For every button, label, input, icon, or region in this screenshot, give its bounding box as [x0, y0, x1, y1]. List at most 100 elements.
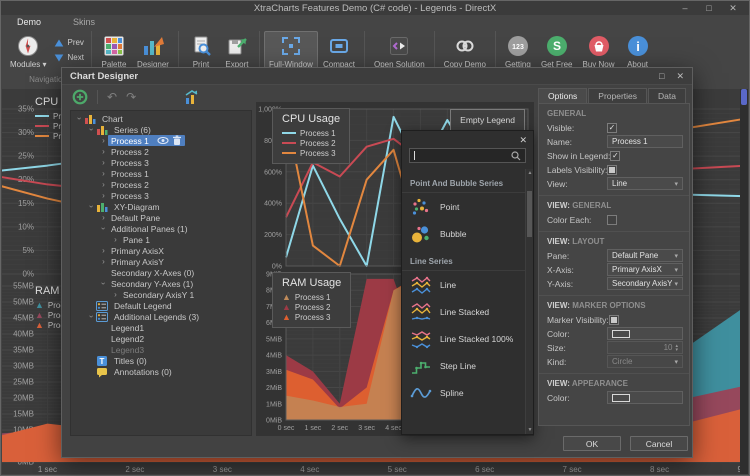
scrollbar-thumb[interactable]: [741, 89, 747, 105]
vertical-scrollbar[interactable]: [740, 89, 748, 474]
ribbon-button-copy-demo[interactable]: Copy Demo: [439, 31, 491, 71]
trash-icon[interactable]: [172, 135, 182, 146]
cancel-button[interactable]: Cancel: [630, 436, 688, 451]
ribbon-button-designer[interactable]: Designer: [132, 31, 174, 71]
cpu-usage-legend[interactable]: CPU UsageProcess 1Process 2Process 3: [272, 108, 350, 164]
minimize-icon[interactable]: –: [673, 1, 697, 15]
ribbon-button-prev[interactable]: Prev: [51, 35, 86, 50]
checked-checkbox[interactable]: ✓: [607, 123, 617, 133]
expander-closed-icon[interactable]: ›: [111, 290, 120, 299]
select-view[interactable]: Line▾: [607, 177, 683, 190]
ram-usage-legend[interactable]: RAM Usage▲Process 1▲Process 2▲Process 3: [272, 272, 351, 328]
gallery-item-point[interactable]: Point: [402, 193, 525, 220]
indeterminate-checkbox[interactable]: [609, 315, 619, 325]
eye-icon[interactable]: [157, 136, 169, 145]
expander-open-icon[interactable]: ›: [87, 202, 96, 211]
tree-item[interactable]: ›Process 1: [71, 135, 251, 146]
chart-type-icon[interactable]: [184, 89, 200, 105]
scroll-up-icon[interactable]: ▲: [526, 170, 534, 176]
tab-options[interactable]: Options: [538, 88, 587, 103]
expander-open-icon[interactable]: ›: [87, 312, 96, 321]
checked-checkbox[interactable]: ✓: [610, 151, 620, 161]
redo-icon[interactable]: ↷: [126, 90, 136, 104]
expander-closed-icon[interactable]: ›: [99, 136, 108, 145]
expander-closed-icon[interactable]: ›: [99, 169, 108, 178]
ribbon-button-next[interactable]: Next: [51, 50, 86, 65]
expander-open-icon[interactable]: ›: [87, 125, 96, 134]
ok-button[interactable]: OK: [563, 436, 621, 451]
tree-item[interactable]: ›Process 1: [71, 168, 251, 179]
tab-properties[interactable]: Properties: [588, 88, 647, 103]
text-input-name[interactable]: Process 1: [607, 135, 683, 148]
expander-closed-icon[interactable]: ›: [99, 147, 108, 156]
dialog-maximize-icon[interactable]: □: [659, 71, 664, 82]
tree-item[interactable]: ›Primary AxisY: [71, 256, 251, 267]
gallery-item-step-line[interactable]: Step Line: [402, 352, 525, 379]
tree-item[interactable]: Secondary X-Axes (0): [71, 267, 251, 278]
tree-item[interactable]: ›Additional Panes (1): [71, 223, 251, 234]
tree-item[interactable]: ›Secondary AxisY 1: [71, 289, 251, 300]
ribbon-button-modules[interactable]: Modules ▾: [5, 31, 51, 71]
expander-open-icon[interactable]: ›: [75, 114, 84, 123]
tree-item[interactable]: ›Default Pane: [71, 212, 251, 223]
tree-item[interactable]: Legend3: [71, 344, 251, 355]
ribbon-button-palette[interactable]: Palette: [96, 31, 132, 71]
tree-item[interactable]: ›Pane 1: [71, 234, 251, 245]
expander-open-icon[interactable]: ›: [99, 279, 108, 288]
tree-item[interactable]: ›Process 3: [71, 157, 251, 168]
expander-closed-icon[interactable]: ›: [99, 191, 108, 200]
scroll-down-icon[interactable]: ▼: [526, 427, 534, 433]
ribbon-button-about[interactable]: iAbout: [620, 31, 656, 71]
expander-closed-icon[interactable]: ›: [111, 235, 120, 244]
gallery-item-spline[interactable]: Spline: [402, 379, 525, 406]
undo-icon[interactable]: ↶: [107, 90, 117, 104]
color-swatch-color[interactable]: [607, 327, 683, 340]
tree-item[interactable]: Annotations (0): [71, 366, 251, 377]
tree-item[interactable]: ›Primary AxisX: [71, 245, 251, 256]
tree-item[interactable]: ›XY-Diagram: [71, 201, 251, 212]
ribbon-button-full-window[interactable]: Full-Window: [264, 31, 318, 71]
tree-item[interactable]: ›Process 2: [71, 146, 251, 157]
select-x-axis[interactable]: Primary AxisX▾: [607, 263, 683, 276]
ribbon-button-get-free[interactable]: SGet Free: [536, 31, 578, 71]
ribbon-tab-demo[interactable]: Demo: [1, 17, 57, 27]
tree-item[interactable]: ›Secondary Y-Axes (1): [71, 278, 251, 289]
add-series-button[interactable]: [72, 89, 88, 105]
tab-data[interactable]: Data: [648, 88, 686, 103]
ribbon-tab-skins[interactable]: Skins: [57, 17, 111, 27]
gallery-close-icon[interactable]: ✕: [519, 135, 527, 146]
gallery-item-bubble[interactable]: Bubble: [402, 220, 525, 247]
gallery-search-input[interactable]: [409, 148, 526, 163]
indeterminate-checkbox[interactable]: [607, 165, 617, 175]
tree-item[interactable]: ›Chart: [71, 113, 251, 124]
ribbon-button-buy-now[interactable]: Buy Now: [578, 31, 620, 71]
gallery-scrollbar[interactable]: ▲ ▼: [525, 169, 533, 434]
ribbon-button-compact[interactable]: Compact: [318, 31, 360, 71]
tree-item[interactable]: ›Process 2: [71, 179, 251, 190]
tree-item[interactable]: TTitles (0): [71, 355, 251, 366]
expander-closed-icon[interactable]: ›: [99, 158, 108, 167]
select-pane[interactable]: Default Pane▾: [607, 249, 683, 262]
ribbon-button-export[interactable]: Export: [219, 31, 255, 71]
expander-closed-icon[interactable]: ›: [99, 180, 108, 189]
tree-item[interactable]: ›Process 3: [71, 190, 251, 201]
maximize-icon[interactable]: □: [697, 1, 721, 15]
ribbon-button-print[interactable]: Print: [183, 31, 219, 71]
gallery-item-line-stacked[interactable]: Line Stacked: [402, 298, 525, 325]
tree-item[interactable]: Legend2: [71, 333, 251, 344]
gallery-item-line[interactable]: Line: [402, 271, 525, 298]
tree-item[interactable]: ›Series (6): [71, 124, 251, 135]
expander-closed-icon[interactable]: ›: [99, 213, 108, 222]
empty-legend-box[interactable]: Empty Legend: [450, 109, 525, 131]
unchecked-checkbox[interactable]: [607, 215, 617, 225]
tree-item[interactable]: Default Legend: [71, 300, 251, 311]
expander-closed-icon[interactable]: ›: [99, 246, 108, 255]
gallery-scrollbar-thumb[interactable]: [527, 191, 532, 237]
tree-item[interactable]: Legend1: [71, 322, 251, 333]
tree-item[interactable]: ›Additional Legends (3): [71, 311, 251, 322]
close-icon[interactable]: ✕: [721, 1, 745, 15]
ribbon-button-getting[interactable]: 123Getting: [500, 31, 536, 71]
select-y-axis[interactable]: Secondary AxisY 1▾: [607, 277, 683, 290]
dialog-close-icon[interactable]: ✕: [676, 71, 684, 82]
color-swatch-color[interactable]: [607, 391, 683, 404]
